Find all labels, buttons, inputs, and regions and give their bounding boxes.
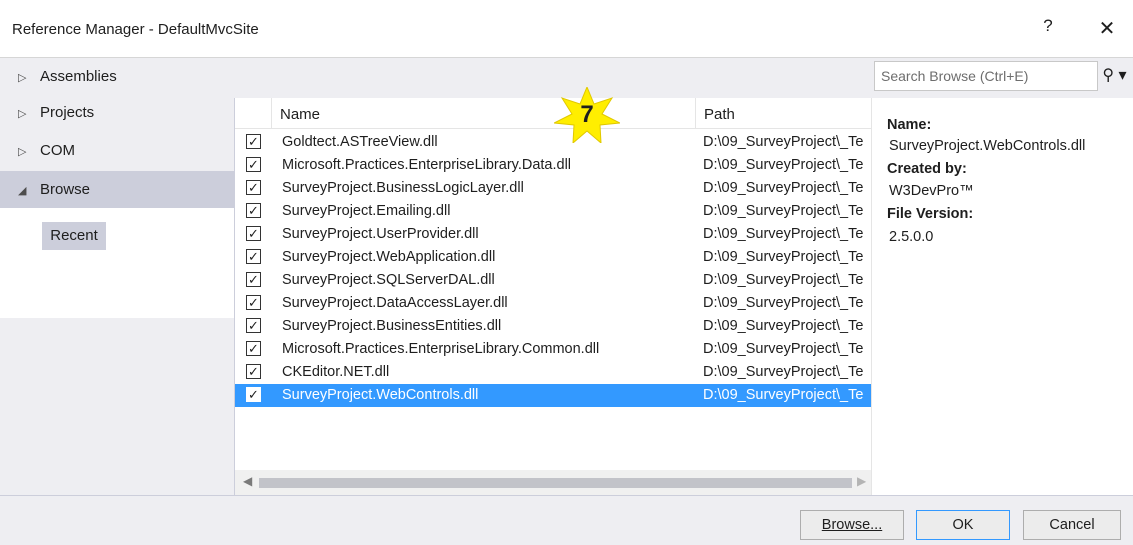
ok-button[interactable]: OK — [916, 510, 1010, 540]
browse-subpanel — [0, 208, 234, 318]
row-name: SurveyProject.BusinessEntities.dll — [282, 318, 502, 334]
collapse-arrow-icon: ◢ — [18, 185, 27, 197]
row-name: CKEditor.NET.dll — [282, 364, 390, 380]
row-checkbox[interactable]: ✓ — [246, 249, 261, 264]
row-checkbox[interactable]: ✓ — [246, 203, 261, 218]
row-path: D:\09_SurveyProject\_Te — [703, 341, 864, 357]
browse-button[interactable]: Browse... — [800, 510, 904, 540]
detail-version-value: 2.5.0.0 — [889, 229, 934, 245]
detail-name-value: SurveyProject.WebControls.dll — [889, 138, 1086, 154]
table-row[interactable]: ✓ CKEditor.NET.dll D:\09_SurveyProject\_… — [235, 361, 871, 384]
column-header-path[interactable]: Path — [695, 98, 871, 129]
reference-list: Name Path ✓ Goldtect.ASTreeView.dll D:\0… — [234, 98, 871, 495]
sidebar-item-label: Browse — [40, 181, 91, 198]
sidebar-item-label: COM — [40, 142, 75, 159]
row-checkbox[interactable]: ✓ — [246, 226, 261, 241]
row-name: SurveyProject.BusinessLogicLayer.dll — [282, 180, 524, 196]
row-checkbox[interactable]: ✓ — [246, 272, 261, 287]
table-row[interactable]: ✓ SurveyProject.BusinessEntities.dll D:\… — [235, 315, 871, 338]
toolbar-strip — [234, 58, 871, 98]
row-name: SurveyProject.DataAccessLayer.dll — [282, 295, 508, 311]
row-checkbox[interactable]: ✓ — [246, 157, 261, 172]
scroll-thumb[interactable] — [259, 478, 852, 488]
sidebar: ▷ Assemblies ▷ Projects ▷ COM ◢ Browse Recen… — [0, 58, 234, 495]
sidebar-subitem-recent[interactable]: Recent — [42, 222, 106, 250]
row-path: D:\09_SurveyProject\_Te — [703, 203, 864, 219]
browse-button-label: Browse... — [821, 517, 883, 533]
search-icon[interactable]: ⚲ ▾ — [1098, 61, 1131, 91]
row-checkbox[interactable]: ✓ — [246, 295, 261, 310]
sidebar-item-label: Projects — [40, 104, 95, 121]
sidebar-item-assemblies[interactable]: ▷ Assemblies — [0, 58, 234, 95]
expand-arrow-icon: ▷ — [18, 72, 27, 84]
scroll-right-icon[interactable]: ▶ — [857, 474, 866, 488]
title-bar: Reference Manager - DefaultMvcSite ? ✕ — [0, 0, 1133, 58]
row-checkbox[interactable]: ✓ — [246, 387, 261, 402]
detail-created-label: Created by: — [887, 161, 967, 177]
row-path: D:\09_SurveyProject\_Te — [703, 295, 864, 311]
table-row[interactable]: ✓ Goldtect.ASTreeView.dll D:\09_SurveyPr… — [235, 131, 871, 154]
row-path: D:\09_SurveyProject\_Te — [703, 364, 864, 380]
row-path: D:\09_SurveyProject\_Te — [703, 249, 864, 265]
close-button[interactable]: ✕ — [1095, 16, 1119, 40]
sidebar-item-label: Assemblies — [40, 68, 117, 85]
row-checkbox[interactable]: ✓ — [246, 180, 261, 195]
table-row[interactable]: ✓ Microsoft.Practices.EnterpriseLibrary.… — [235, 154, 871, 177]
row-checkbox[interactable]: ✓ — [246, 341, 261, 356]
row-path: D:\09_SurveyProject\_Te — [703, 387, 864, 403]
sidebar-item-com[interactable]: ▷ COM — [0, 132, 234, 169]
table-row[interactable]: ✓ SurveyProject.Emailing.dll D:\09_Surve… — [235, 200, 871, 223]
expand-arrow-icon: ▷ — [18, 108, 27, 120]
table-row[interactable]: ✓ SurveyProject.DataAccessLayer.dll D:\0… — [235, 292, 871, 315]
row-path: D:\09_SurveyProject\_Te — [703, 318, 864, 334]
sidebar-item-projects[interactable]: ▷ Projects — [0, 94, 234, 131]
table-row-selected[interactable]: ✓ SurveyProject.WebControls.dll D:\09_Su… — [235, 384, 871, 407]
row-name: SurveyProject.WebApplication.dll — [282, 249, 496, 265]
detail-name-label: Name: — [887, 117, 932, 133]
scroll-left-icon[interactable]: ◀ — [243, 474, 252, 488]
help-button[interactable]: ? — [1038, 16, 1058, 40]
search-input[interactable]: Search Browse (Ctrl+E) — [874, 61, 1098, 91]
row-name: Goldtect.ASTreeView.dll — [282, 134, 438, 150]
row-path: D:\09_SurveyProject\_Te — [703, 157, 864, 173]
row-path: D:\09_SurveyProject\_Te — [703, 272, 864, 288]
step-badge-number: 7 — [580, 101, 594, 128]
row-name: SurveyProject.UserProvider.dll — [282, 226, 479, 242]
row-name: Microsoft.Practices.EnterpriseLibrary.Co… — [282, 341, 600, 357]
row-path: D:\09_SurveyProject\_Te — [703, 134, 864, 150]
detail-version-label: File Version: — [887, 206, 974, 222]
expand-arrow-icon: ▷ — [18, 146, 27, 158]
table-row[interactable]: ✓ SurveyProject.WebApplication.dll D:\09… — [235, 246, 871, 269]
column-header-name[interactable]: Name — [271, 98, 703, 129]
table-row[interactable]: ✓ SurveyProject.UserProvider.dll D:\09_S… — [235, 223, 871, 246]
button-bar: Browse... OK Cancel — [0, 495, 1133, 545]
cancel-button[interactable]: Cancel — [1023, 510, 1121, 540]
row-checkbox[interactable]: ✓ — [246, 318, 261, 333]
sidebar-item-browse[interactable]: ◢ Browse — [0, 171, 234, 208]
row-checkbox[interactable]: ✓ — [246, 134, 261, 149]
row-name: Microsoft.Practices.EnterpriseLibrary.Da… — [282, 157, 572, 173]
window-title: Reference Manager - DefaultMvcSite — [12, 21, 259, 38]
row-name: SurveyProject.WebControls.dll — [282, 387, 479, 403]
row-name: SurveyProject.SQLServerDAL.dll — [282, 272, 495, 288]
details-panel: Name: SurveyProject.WebControls.dll Crea… — [871, 98, 1133, 495]
row-checkbox[interactable]: ✓ — [246, 364, 261, 379]
table-row[interactable]: ✓ SurveyProject.BusinessLogicLayer.dll D… — [235, 177, 871, 200]
row-path: D:\09_SurveyProject\_Te — [703, 180, 864, 196]
table-row[interactable]: ✓ Microsoft.Practices.EnterpriseLibrary.… — [235, 338, 871, 361]
table-row[interactable]: ✓ SurveyProject.SQLServerDAL.dll D:\09_S… — [235, 269, 871, 292]
row-name: SurveyProject.Emailing.dll — [282, 203, 451, 219]
detail-created-value: W3DevPro™ — [889, 183, 974, 199]
list-header: Name Path — [235, 98, 871, 129]
horizontal-scrollbar[interactable]: ◀ ▶ — [235, 470, 871, 495]
row-path: D:\09_SurveyProject\_Te — [703, 226, 864, 242]
